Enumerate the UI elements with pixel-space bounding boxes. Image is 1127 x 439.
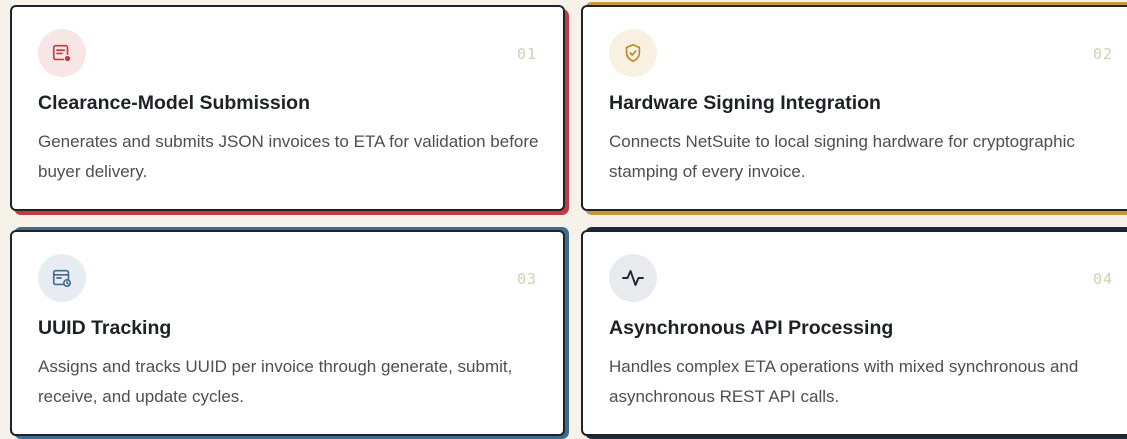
card-title: Hardware Signing Integration [609,92,881,114]
invoice-check-icon [52,44,72,63]
card-title: Clearance-Model Submission [38,92,310,114]
card-description: Generates and submits JSON invoices to E… [38,132,539,181]
document-clock-icon [52,269,72,288]
card-title: Asynchronous API Processing [609,317,894,339]
card-body: 02 Hardware Signing Integration Connects… [581,5,1127,211]
activity-pulse-icon [622,270,644,286]
card-body: 01 Clearance-Model Submission Generates … [10,5,565,211]
icon-badge [38,254,86,302]
card-number: 02 [1092,45,1113,63]
icon-badge [609,29,657,77]
card-description: Connects NetSuite to local signing hardw… [609,132,1075,181]
card-number: 01 [516,45,537,63]
card-description: Handles complex ETA operations with mixe… [609,357,1079,406]
card-number: 04 [1092,270,1113,288]
shield-check-icon [625,43,641,63]
icon-badge [38,29,86,77]
card-body: 03 UUID Tracking Assigns and tracks UUID… [10,230,565,436]
card-title: UUID Tracking [38,317,172,339]
icon-badge [609,254,657,302]
card-body: 04 Asynchronous API Processing Handles c… [581,230,1127,436]
card-number: 03 [516,270,537,288]
card-description: Assigns and tracks UUID per invoice thro… [38,357,513,406]
